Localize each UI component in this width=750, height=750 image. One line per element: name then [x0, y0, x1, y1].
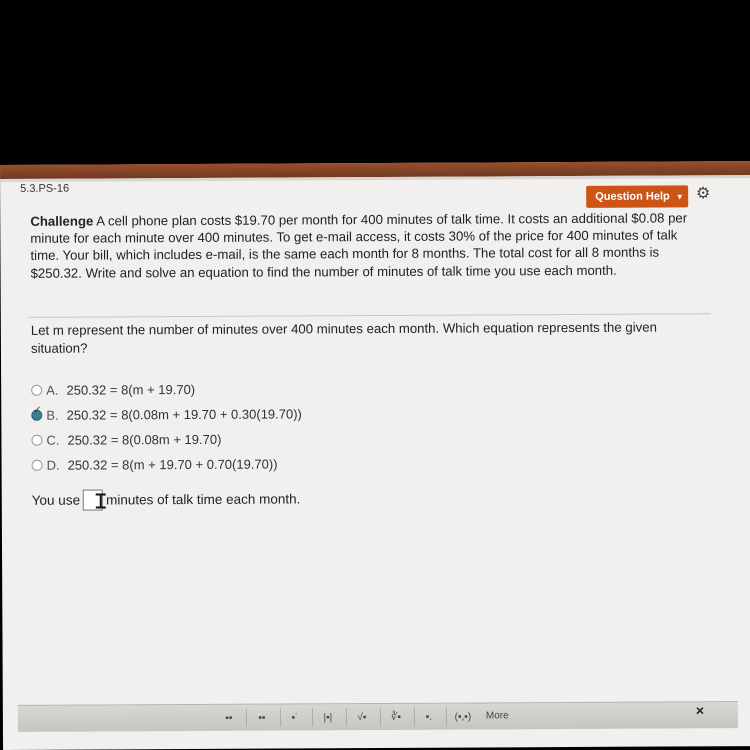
option-equation: 250.32 = 8(0.08m + 19.70 + 0.30(19.70)) — [66, 406, 302, 423]
answer-line: You use minutes of talk time each month. — [31, 488, 301, 511]
screen: 5.3.PS-16 Question Help ▼ ⚙ Challenge A … — [0, 161, 750, 750]
chevron-down-icon: ▼ — [675, 191, 684, 201]
ordered-pair-tool[interactable]: (▪,▪) — [445, 707, 479, 726]
radio-d[interactable] — [31, 459, 43, 471]
question-id: 5.3.PS-16 — [20, 182, 70, 195]
nth-root-tool[interactable]: ∛▪ — [379, 707, 411, 727]
option-c[interactable]: C. 250.32 = 8(0.08m + 19.70) — [31, 426, 302, 452]
divider — [28, 313, 711, 318]
square-root-tool[interactable]: √▪ — [345, 708, 377, 727]
answer-prefix: You use — [31, 492, 81, 508]
radio-a[interactable] — [31, 384, 43, 396]
question-text: Let m represent the number of minutes ov… — [30, 319, 657, 356]
close-icon[interactable]: × — [696, 702, 704, 718]
question-help-button[interactable]: Question Help ▼ — [586, 185, 689, 208]
option-letter: D. — [46, 457, 60, 473]
answer-options: A. 250.32 = 8(m + 19.70) ✓ B. 250.32 = 8… — [31, 376, 302, 477]
fraction-tool[interactable]: ▪▪ — [218, 709, 240, 727]
option-d[interactable]: D. 250.32 = 8(m + 19.70 + 0.70(19.70)) — [31, 451, 303, 477]
option-letter: A. — [46, 382, 59, 398]
more-button[interactable]: More — [486, 707, 509, 725]
problem-statement: Challenge A cell phone plan costs $19.70… — [30, 209, 705, 281]
option-equation: 250.32 = 8(m + 19.70) — [66, 381, 196, 398]
option-equation: 250.32 = 8(0.08m + 19.70) — [67, 431, 222, 448]
option-equation: 250.32 = 8(m + 19.70 + 0.70(19.70)) — [67, 456, 278, 473]
radio-c[interactable] — [31, 434, 43, 446]
gear-icon[interactable]: ⚙ — [694, 185, 712, 203]
decimal-tool[interactable]: ▪. — [413, 707, 443, 726]
exponent-tool[interactable]: ▪˙ — [279, 708, 309, 727]
checkmark-icon: ✓ — [33, 404, 42, 416]
option-letter: B. — [46, 407, 59, 423]
option-letter: C. — [46, 432, 60, 448]
mixed-number-tool[interactable]: ▪▪ — [245, 708, 277, 727]
option-b[interactable]: ✓ B. 250.32 = 8(0.08m + 19.70 + 0.30(19.… — [31, 401, 302, 427]
math-toolbar: ▪▪ ▪▪ ▪˙ |▪| √▪ ∛▪ ▪. (▪,▪) More × — [17, 701, 738, 732]
problem-text: A cell phone plan costs $19.70 per month… — [30, 210, 688, 281]
absolute-value-tool[interactable]: |▪| — [311, 708, 343, 727]
question-help-label: Question Help — [595, 190, 670, 203]
option-a[interactable]: A. 250.32 = 8(m + 19.70) — [31, 376, 302, 402]
answer-suffix: minutes of talk time each month. — [106, 491, 301, 508]
problem-label: Challenge — [30, 213, 94, 229]
text-cursor-icon — [96, 492, 106, 508]
